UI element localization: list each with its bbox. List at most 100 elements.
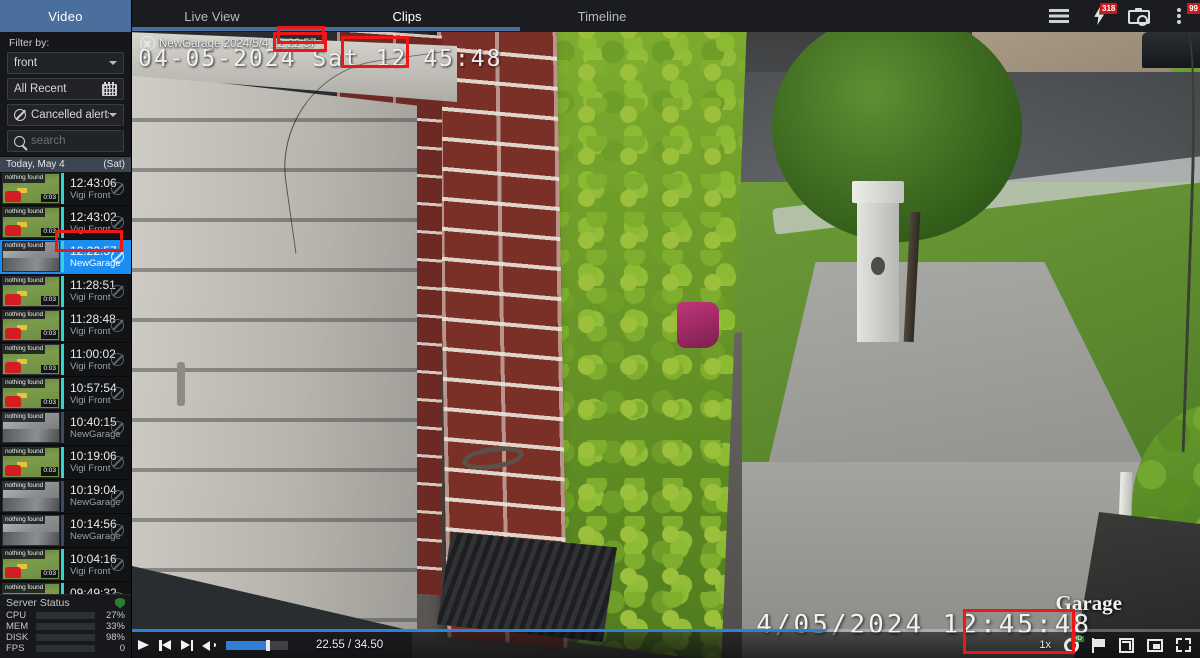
picture-in-picture-icon[interactable] (1147, 638, 1163, 652)
clip-list-item[interactable]: nothing found 0:03 10:14:56 NewGarage (0, 513, 131, 549)
bolt-icon[interactable]: 318 (1088, 3, 1118, 27)
cancel-alert-icon[interactable] (111, 182, 124, 196)
camera-filter-value: front (14, 57, 38, 69)
search-input[interactable]: search (31, 135, 117, 147)
flag-icon[interactable] (1092, 637, 1106, 653)
date-filter-dropdown[interactable]: All Recent (7, 78, 124, 100)
clip-thumbnail[interactable]: nothing found0:03 (2, 344, 60, 376)
cancel-alert-icon[interactable] (111, 216, 124, 230)
cancel-alert-icon[interactable] (111, 250, 124, 264)
close-icon[interactable] (140, 36, 155, 51)
clip-duration-badge: 0:03 (41, 501, 58, 510)
volume-slider-handle[interactable] (265, 639, 270, 651)
server-metric-name: DISK (6, 632, 29, 643)
volume-slider[interactable] (226, 639, 288, 651)
clip-meta: 11:00:02 Vigi Front (64, 347, 116, 373)
clip-time: 09:49:32 (70, 585, 117, 594)
search-icon (14, 135, 25, 147)
alerts-filter-value: Cancelled alerts (31, 109, 109, 121)
open-external-icon[interactable] (1119, 637, 1134, 653)
clip-detection-badge: nothing found (3, 550, 46, 559)
clip-time: 10:14:56 (70, 517, 117, 532)
server-metric-name: MEM (6, 621, 29, 632)
clip-list-item[interactable]: nothing found 0:03 10:04:16 Vigi Front (0, 548, 131, 583)
cancel-alert-icon[interactable] (111, 489, 124, 503)
mute-button[interactable] (198, 634, 220, 656)
alerts-filter-dropdown[interactable]: Cancelled alerts (7, 104, 124, 126)
tab-timeline[interactable]: Timeline (527, 0, 677, 32)
previous-clip-button[interactable] (154, 634, 176, 656)
server-metric-value: 0 (119, 643, 125, 654)
day-group-label: Today, May 4 (6, 159, 65, 170)
clip-meta: 09:49:32Vigi Front (64, 585, 117, 594)
clip-list-item[interactable]: nothing found 0:03 12:43:06 Vigi Front (0, 172, 131, 207)
clip-list-item[interactable]: nothing found 0:03 10:19:04 NewGarage (0, 479, 131, 514)
clip-meta: 10:19:06 Vigi Front (64, 449, 117, 475)
server-status-metric-row: DISK 98% (6, 632, 125, 643)
clip-list-item[interactable]: nothing found 0:03 11:00:02 Vigi Front (0, 342, 131, 378)
camera-name-watermark: Garage (1055, 591, 1122, 615)
clip-time: 12:22:57 (70, 243, 117, 258)
clip-thumbnail[interactable]: nothing found0:03 (2, 173, 60, 205)
clip-thumbnail[interactable]: nothing found0:03 (2, 412, 60, 444)
clip-thumbnail[interactable]: nothing found0:03 (2, 207, 60, 239)
cancel-alert-icon[interactable] (111, 421, 124, 435)
date-filter-value: All Recent (14, 83, 67, 95)
clip-list[interactable]: nothing found 0:03 12:43:06 Vigi Front nothi… (0, 172, 131, 594)
clip-list-item[interactable]: nothing found0:03 09:49:32Vigi Front (0, 582, 131, 594)
cancel-alert-icon[interactable] (111, 318, 124, 332)
application-window: Video Filter by: front All Recent Cancel… (0, 0, 1200, 658)
clip-list-item[interactable]: nothing found 0:03 10:19:06 Vigi Front (0, 445, 131, 480)
sidebar-video-tab[interactable]: Video (0, 0, 131, 32)
clip-thumbnail[interactable]: nothing found0:03 (2, 446, 60, 478)
volume-slider-fill (226, 640, 266, 650)
camera-filter-dropdown[interactable]: front (7, 52, 124, 74)
overflow-badge: 99 (1187, 3, 1200, 14)
clip-list-item[interactable]: nothing found 0:03 12:22:57 NewGarage (0, 240, 131, 275)
clip-thumbnail[interactable]: nothing found0:03 (2, 275, 60, 307)
video-player[interactable]: 04-05-2024 Sat 12 45:48 NewGarage 2024/5… (132, 32, 1200, 658)
video-overlay-title: NewGarage 2024/5/4 12:22:57 (159, 37, 317, 50)
clip-list-item[interactable]: nothing found 0:03 10:40:15 NewGarage (0, 411, 131, 446)
player-controls: 22.55 / 34.50 1x HD (132, 632, 1200, 658)
clip-thumbnail[interactable]: nothing found0:03 (2, 480, 60, 512)
next-clip-button[interactable] (176, 634, 198, 656)
kebab-menu-icon[interactable]: 99 (1168, 3, 1200, 27)
fullscreen-icon[interactable] (1176, 638, 1191, 652)
search-field-wrapper[interactable]: search (7, 130, 124, 152)
clip-list-item[interactable]: nothing found 0:03 10:57:54 Vigi Front (0, 377, 131, 412)
clip-thumbnail[interactable]: nothing found0:03 (2, 378, 60, 410)
cancel-alert-icon[interactable] (111, 523, 124, 537)
clip-camera: Vigi Front (70, 326, 111, 338)
clip-thumbnail[interactable]: nothing found0:03 (2, 583, 60, 594)
cancel-alert-icon[interactable] (111, 558, 124, 572)
server-status-metric-row: FPS 0 (6, 643, 125, 654)
play-button[interactable] (132, 634, 154, 656)
cancel-alert-icon[interactable] (111, 455, 124, 469)
clip-detection-badge: nothing found (3, 276, 46, 286)
clip-time: 12:43:06 (70, 175, 117, 190)
cancel-alert-icon[interactable] (111, 353, 124, 367)
clip-thumbnail[interactable]: nothing found0:03 (2, 549, 60, 581)
cancel-alert-icon[interactable] (111, 284, 124, 298)
clip-camera: Vigi Front (70, 189, 111, 201)
clip-duration-badge: 0:03 (41, 535, 58, 544)
clip-time: 11:28:51 (70, 278, 116, 293)
clip-time: 11:28:48 (70, 312, 116, 327)
clip-list-item[interactable]: nothing found 0:03 11:28:51 Vigi Front (0, 274, 131, 309)
clip-time: 12:43:02 (70, 209, 117, 224)
clip-thumbnail[interactable]: nothing found0:03 (2, 241, 60, 273)
active-tab-underline (132, 27, 520, 31)
camera-icon[interactable] (1128, 5, 1150, 27)
clip-time: 10:19:04 (70, 483, 117, 498)
clip-list-item[interactable]: nothing found 0:03 12:43:02 Vigi Front (0, 206, 131, 241)
cancel-alert-icon[interactable] (111, 592, 124, 594)
playback-speed-label[interactable]: 1x (1039, 639, 1051, 651)
clip-thumbnail[interactable]: nothing found0:03 (2, 514, 60, 546)
gear-icon[interactable]: HD (1064, 635, 1084, 653)
cancel-alert-icon[interactable] (111, 387, 124, 401)
clip-list-item[interactable]: nothing found 0:03 11:28:48 Vigi Front (0, 308, 131, 343)
server-status-metrics: CPU 27% MEM 33% DISK 98% FPS 0 (6, 610, 125, 654)
clip-thumbnail[interactable]: nothing found0:03 (2, 309, 60, 341)
list-icon[interactable] (1048, 5, 1070, 27)
